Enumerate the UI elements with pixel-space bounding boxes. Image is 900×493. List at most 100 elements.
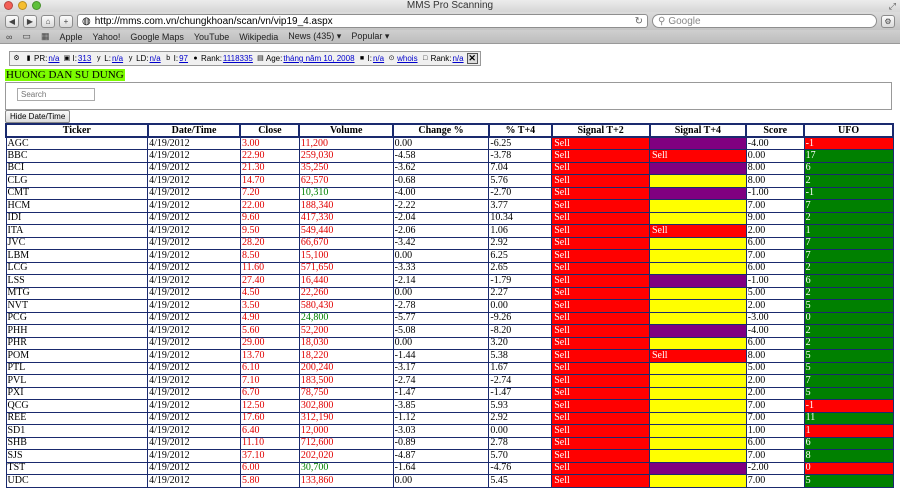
table-row[interactable]: CLG 4/19/2012 14.70 62,570 -0.68 5.76 Sell 8.00…: [5, 174, 894, 188]
reader-icon[interactable]: ⌂: [41, 14, 55, 28]
pagerank-icon: ▮: [26, 55, 31, 62]
rank-value-link[interactable]: 1118335: [223, 54, 253, 63]
settings-icon[interactable]: ⚙: [12, 54, 21, 63]
bookmark-yahoo[interactable]: Yahoo!: [92, 32, 120, 42]
ld-value-link[interactable]: n/a: [150, 54, 161, 63]
top-sites-grid-icon[interactable]: ▦: [41, 31, 50, 42]
table-row[interactable]: PXI 4/19/2012 6.70 78,750 -1.47 -1.47 Sell 2.00…: [5, 386, 894, 400]
signal-t2-cell: Sell: [551, 136, 650, 150]
table-row[interactable]: NVT 4/19/2012 3.50 580,430 -2.78 0.00 Sell 2.00…: [5, 299, 894, 313]
volume-cell: 78,750: [298, 386, 394, 400]
change-cell: -1.12: [392, 411, 490, 425]
col-close[interactable]: Close: [239, 123, 301, 138]
col-ufo[interactable]: UFO: [803, 123, 894, 138]
table-row[interactable]: TST 4/19/2012 6.00 30,700 -1.64 -4.76 Sell -2.0…: [5, 461, 894, 475]
table-row[interactable]: UDC 4/19/2012 5.80 133,860 0.00 5.45 Sell 7.00 5: [5, 474, 894, 488]
rank2-value-link[interactable]: n/a: [452, 54, 463, 63]
col-change-pct[interactable]: Change %: [392, 123, 490, 138]
table-row[interactable]: PHH 4/19/2012 5.60 52,200 -5.08 -8.20 Sell -4.0…: [5, 324, 894, 338]
col-date-time[interactable]: Date/Time: [146, 123, 242, 138]
bookmark-apple[interactable]: Apple: [59, 32, 82, 42]
browser-search-field[interactable]: ⚲ Google: [652, 14, 877, 28]
table-row[interactable]: PTL 4/19/2012 6.10 200,240 -3.17 1.67 Sell 5.00…: [5, 361, 894, 375]
t4-cell: 7.04: [488, 161, 553, 175]
table-row[interactable]: BCI 4/19/2012 21.30 35,250 -3.62 7.04 Sell 8.00…: [5, 161, 894, 175]
l1-value-link[interactable]: 313: [78, 54, 91, 63]
volume-cell: 30,700: [298, 461, 394, 475]
table-row[interactable]: PCG 4/19/2012 4.90 24,800 -5.77 -9.26 Sell -3.0…: [5, 311, 894, 325]
book-icon[interactable]: ▭: [22, 31, 31, 42]
add-bookmark-button[interactable]: +: [59, 14, 73, 28]
close-toolbar-icon[interactable]: ✕: [466, 53, 478, 64]
i2-value-link[interactable]: n/a: [373, 54, 384, 63]
date-cell: 4/19/2012: [147, 449, 241, 463]
score-cell: 6.00: [745, 236, 805, 250]
table-row[interactable]: QCG 4/19/2012 12.50 302,800 -3.85 5.93 Sell 7.0…: [5, 399, 894, 413]
bookmark-news[interactable]: News (435) ▾: [288, 31, 341, 42]
browser-toolbar: ◀ ▶ ⌂ + ◍ http://mms.com.vn/chungkhoan/s…: [0, 12, 900, 30]
hide-date-time-button[interactable]: Hide Date/Time: [5, 110, 71, 123]
volume-cell: 183,500: [298, 374, 394, 388]
bookmark-popular[interactable]: Popular ▾: [351, 31, 389, 42]
table-row[interactable]: LCG 4/19/2012 11.60 571,650 -3.33 2.65 Sell 6.0…: [5, 261, 894, 275]
col-t4-pct[interactable]: % T+4: [487, 123, 553, 138]
table-row[interactable]: BBC 4/19/2012 22.90 259,030 -4.58 -3.78 Sell Se…: [5, 149, 894, 163]
score-cell: 8.00: [745, 349, 805, 363]
bookmark-youtube[interactable]: YouTube: [194, 32, 229, 42]
date-cell: 4/19/2012: [147, 186, 241, 200]
table-row[interactable]: IDI 4/19/2012 9.60 417,330 -2.04 10.34 Sell 9.0…: [5, 211, 894, 225]
date-cell: 4/19/2012: [147, 174, 241, 188]
t4-cell: 3.20: [488, 336, 553, 350]
table-row[interactable]: SJS 4/19/2012 37.10 202,020 -4.87 5.70 Sell 7.0…: [5, 449, 894, 463]
bookmark-wikipedia[interactable]: Wikipedia: [239, 32, 278, 42]
col-signal-t4[interactable]: Signal T+4: [648, 123, 748, 138]
table-row[interactable]: CMT 4/19/2012 7.20 10,310 -4.00 -2.70 Sell -1.0…: [5, 186, 894, 200]
table-row[interactable]: JVC 4/19/2012 28.20 66,670 -3.42 2.92 Sell 6.00…: [5, 236, 894, 250]
i-value-link[interactable]: 97: [179, 54, 188, 63]
ticker-search-input[interactable]: [17, 88, 95, 101]
close-cell: 13.70: [239, 349, 300, 363]
signal-t2-cell: Sell: [551, 449, 650, 463]
t4-cell: -6.25: [488, 136, 553, 150]
pr-value-link[interactable]: n/a: [48, 54, 59, 63]
col-volume[interactable]: Volume: [298, 123, 395, 138]
l1-label: I:: [72, 54, 77, 63]
table-row[interactable]: AGC 4/19/2012 3.00 11,200 0.00 -6.25 Sell -4.00…: [5, 136, 894, 150]
address-url[interactable]: http://mms.com.vn/chungkhoan/scan/vn/vip…: [95, 16, 333, 27]
table-row[interactable]: PHR 4/19/2012 29.00 18,030 0.00 3.20 Sell 6.00 2: [5, 336, 894, 350]
table-row[interactable]: POM 4/19/2012 13.70 18,220 -1.44 5.38 Sell Sell…: [5, 349, 894, 363]
table-row[interactable]: SD1 4/19/2012 6.40 12,000 -3.03 0.00 Sell 1.00 1: [5, 424, 894, 438]
table-row[interactable]: MTG 4/19/2012 4.50 22,260 0.00 2.27 Sell 5.00 2: [5, 286, 894, 300]
l2-value-link[interactable]: n/a: [112, 54, 123, 63]
score-cell: 1.00: [745, 424, 805, 438]
rank-label: Rank:: [201, 54, 222, 63]
whois-link[interactable]: whois: [397, 54, 417, 63]
back-button[interactable]: ◀: [5, 14, 19, 28]
date-cell: 4/19/2012: [147, 211, 241, 225]
table-row[interactable]: SHB 4/19/2012 11.10 712,600 -0.89 2.78 Sell 6.0…: [5, 436, 894, 450]
bookmark-google-maps[interactable]: Google Maps: [130, 32, 184, 42]
close-cell: 5.80: [239, 474, 300, 488]
table-row[interactable]: REE 4/19/2012 17.60 312,190 -1.12 2.92 Sell 7.0…: [5, 411, 894, 425]
table-row[interactable]: PVL 4/19/2012 7.10 183,500 -2.74 -2.74 Sell 2.0…: [5, 374, 894, 388]
table-row[interactable]: HCM 4/19/2012 22.00 188,340 -2.22 3.77 Sell 7.0…: [5, 199, 894, 213]
col-ticker[interactable]: Ticker: [5, 123, 149, 138]
settings-gear-icon[interactable]: ⚙: [881, 14, 895, 28]
close-cell: 6.10: [239, 361, 300, 375]
user-guide-heading[interactable]: HUONG DAN SU DUNG: [5, 69, 125, 81]
col-signal-t2[interactable]: Signal T+2: [550, 123, 651, 138]
table-row[interactable]: LBM 4/19/2012 8.50 15,100 0.00 6.25 Sell 7.00 7: [5, 249, 894, 263]
table-row[interactable]: ITA 4/19/2012 9.50 549,440 -2.06 1.06 Sell Sell…: [5, 224, 894, 238]
reading-list-icon[interactable]: ∞: [6, 32, 12, 42]
age-value-link[interactable]: tháng năm 10, 2008: [283, 54, 354, 63]
browser-search-placeholder[interactable]: Google: [668, 16, 700, 27]
ticker-cell: PVL: [5, 374, 149, 388]
address-bar[interactable]: ◍ http://mms.com.vn/chungkhoan/scan/vn/v…: [77, 14, 648, 28]
table-row[interactable]: LSS 4/19/2012 27.40 16,440 -2.14 -1.79 Sell -1.…: [5, 274, 894, 288]
col-score[interactable]: Score: [745, 123, 806, 138]
forward-button[interactable]: ▶: [23, 14, 37, 28]
fullscreen-icon[interactable]: ⤢: [889, 0, 896, 12]
reload-icon[interactable]: ↻: [635, 16, 643, 27]
change-cell: -1.44: [392, 349, 490, 363]
ufo-cell: 5: [803, 361, 894, 375]
